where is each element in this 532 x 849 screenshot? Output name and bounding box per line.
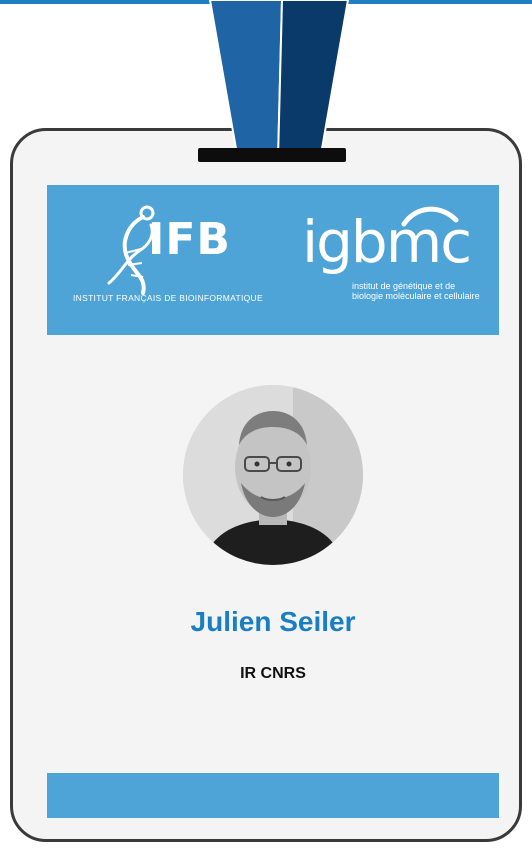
badge-clip-slot [198,148,346,162]
igbmc-subtitle-line-2: biologie moléculaire et cellulaire [352,291,480,301]
ifb-logo-text: IFB [148,214,231,265]
footer-band [47,773,499,818]
igbmc-subtitle-line-1: institut de génétique et de [352,281,456,291]
ifb-logo-subtitle: INSTITUT FRANÇAIS DE BIOINFORMATIQUE [73,293,263,303]
person-job-title: IR CNRS [240,665,306,682]
avatar [183,385,363,565]
portrait-photo [183,385,363,565]
lanyard-strap-icon [208,0,350,161]
igbmc-logo-subtitle: institut de génétique et de biologie mol… [352,281,480,301]
person-name: Julien Seiler [190,606,356,637]
igbmc-logo-text: igbmc [302,208,472,276]
